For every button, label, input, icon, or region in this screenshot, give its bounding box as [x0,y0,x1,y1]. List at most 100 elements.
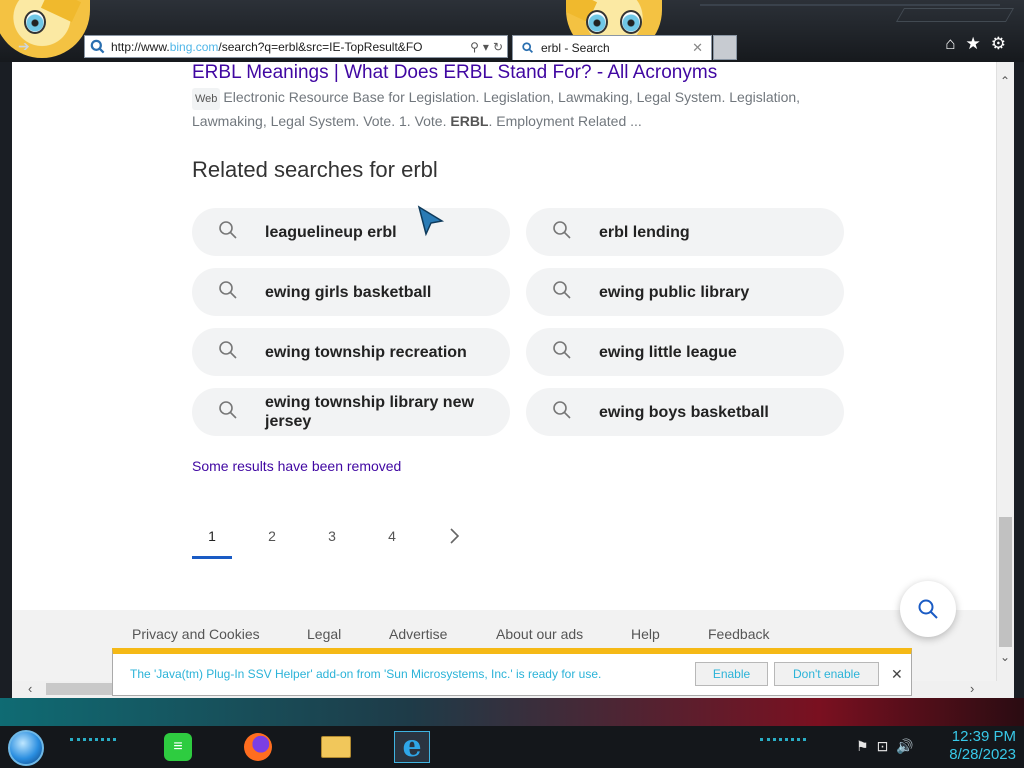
dont-enable-button[interactable]: Don't enable [774,662,879,686]
related-search-label: ewing girls basketball [265,283,432,301]
address-bar[interactable]: http://www.bing.com/search?q=erbl&src=IE… [84,35,508,58]
settings-gear-icon[interactable]: ⚙ [991,34,1006,54]
footer-link-about-ads[interactable]: About our ads [496,626,583,642]
taskbar-notes-app-icon[interactable]: ≡ [160,731,196,763]
footer-link-feedback[interactable]: Feedback [708,626,769,642]
addon-notification-bar: The 'Java(tm) Plug-In SSV Helper' add-on… [112,648,912,696]
theme-hair-shape [40,0,82,23]
scroll-down-arrow-icon[interactable]: ⌄ [1000,650,1010,664]
refresh-icon[interactable]: ↻ [493,40,503,54]
new-tab-button[interactable] [713,35,737,60]
scrollbar-thumb[interactable] [46,683,112,695]
related-search-label: ewing township recreation [265,343,467,361]
enable-button[interactable]: Enable [695,662,768,686]
related-search-item[interactable]: ewing township library new jersey [192,388,510,436]
action-center-flag-icon[interactable]: ⚑ [856,738,869,755]
address-path: /search?q=erbl&src=IE-TopResult&FO [218,39,423,54]
theme-character-image [0,0,90,58]
search-icon [918,599,938,619]
vertical-scrollbar[interactable]: ⌃ ⌄ [996,62,1014,681]
scrollbar-thumb[interactable] [999,517,1012,647]
taskbar-internet-explorer-icon[interactable]: e [394,731,430,763]
related-search-item[interactable]: leaguelineup erbl [192,208,510,256]
forward-button[interactable]: ➔ [18,38,30,55]
dropdown-icon[interactable]: ▾ [483,40,489,54]
search-icon [553,341,571,359]
search-icon [553,281,571,299]
page-2-link[interactable]: 2 [252,528,292,544]
theme-eye-shape [24,10,46,34]
removed-results-link[interactable]: Some results have been removed [192,458,401,474]
snippet-bold: ERBL [450,113,489,129]
footer-link-help[interactable]: Help [631,626,660,642]
search-icon [219,401,237,419]
search-icon [219,221,237,239]
page-icon [90,39,105,53]
related-search-label: ewing little league [599,343,737,361]
start-button[interactable] [8,730,44,766]
related-search-label: leaguelineup erbl [265,223,397,241]
clock-date: 8/28/2023 [949,746,1016,763]
search-icon [219,341,237,359]
page-3-link[interactable]: 3 [312,528,352,544]
snippet-tail: . Employment Related ... [488,113,642,129]
taskbar-file-explorer-icon[interactable] [318,731,354,763]
scroll-up-arrow-icon[interactable]: ⌃ [1000,74,1010,88]
tab-title: erbl - Search [541,41,610,55]
notification-message: The 'Java(tm) Plug-In SSV Helper' add-on… [130,667,602,681]
related-search-item[interactable]: erbl lending [526,208,844,256]
volume-icon[interactable]: 🔊 [896,738,913,755]
related-search-item[interactable]: ewing little league [526,328,844,376]
theme-decoration [700,4,1000,6]
related-search-label: ewing township library new jersey [265,394,474,430]
footer-link-advertise[interactable]: Advertise [389,626,447,642]
theme-decoration [895,8,1015,22]
current-page-indicator [192,556,232,559]
footer-link-privacy[interactable]: Privacy and Cookies [132,626,260,642]
next-page-chevron-icon[interactable] [442,524,466,548]
address-url[interactable]: http://www.bing.com/search?q=erbl&src=IE… [111,40,470,54]
scroll-right-arrow-icon[interactable]: › [970,681,974,696]
search-icon[interactable]: ⚲ [470,40,479,54]
related-search-label: ewing public library [599,283,750,301]
result-snippet: Web Electronic Resource Base for Legislat… [192,86,832,132]
result-title-link[interactable]: ERBL Meanings | What Does ERBL Stand For… [192,62,717,84]
related-search-item[interactable]: ewing township recreation [192,328,510,376]
home-icon[interactable]: ⌂ [945,34,955,54]
favorites-star-icon[interactable]: ★ [966,34,981,54]
search-icon [553,221,571,239]
related-search-item[interactable]: ewing public library [526,268,844,316]
taskbar-clock[interactable]: 12:39 PM 8/28/2023 [930,728,1016,764]
browser-toolbar: ➔ http://www.bing.com/search?q=erbl&src=… [0,0,1024,62]
theme-eye-shape [620,10,642,34]
system-tray: ⚑ ⊡ 🔊 [856,738,914,755]
related-search-label: ewing boys basketball [599,403,769,421]
desktop-wallpaper [0,698,1024,728]
tab-erbl-search[interactable]: erbl - Search ✕ [512,35,712,60]
clock-time: 12:39 PM [951,728,1016,745]
taskbar-firefox-icon[interactable] [240,731,276,763]
address-prefix: http://www. [111,39,170,54]
web-badge: Web [192,88,221,110]
theme-eye-shape [586,10,608,34]
page-1-link[interactable]: 1 [192,528,232,544]
taskbar-decoration [760,738,806,748]
network-icon[interactable]: ⊡ [877,738,889,755]
search-icon [522,42,533,53]
related-search-item[interactable]: ewing boys basketball [526,388,844,436]
related-search-item[interactable]: ewing girls basketball [192,268,510,316]
search-icon [553,401,571,419]
floating-search-button[interactable] [900,581,956,637]
footer-link-legal[interactable]: Legal [307,626,341,642]
address-host: bing.com [169,39,219,54]
related-search-label: erbl lending [599,223,690,241]
mouse-cursor-icon [417,205,445,237]
page-4-link[interactable]: 4 [372,528,412,544]
scroll-left-arrow-icon[interactable]: ‹ [28,681,32,696]
related-searches-heading: Related searches for erbl [192,157,438,182]
close-tab-icon[interactable]: ✕ [692,40,703,56]
close-notification-icon[interactable]: ✕ [891,666,903,683]
page-viewport: ERBL Meanings | What Does ERBL Stand For… [12,62,996,681]
taskbar-decoration [70,738,116,748]
search-icon [219,281,237,299]
